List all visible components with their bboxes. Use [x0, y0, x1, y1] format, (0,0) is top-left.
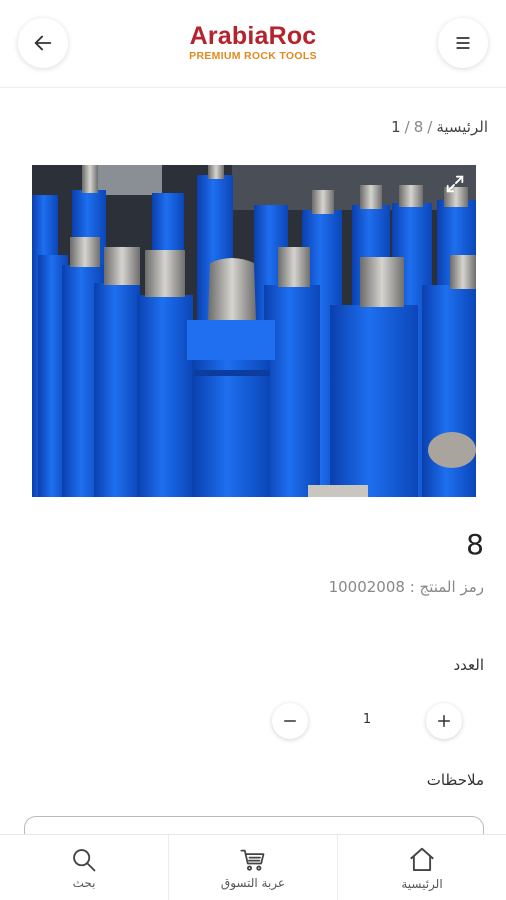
sku-value: 10002008: [328, 578, 405, 596]
logo-tagline: PREMIUM ROCK TOOLS: [189, 50, 317, 62]
breadcrumb-category[interactable]: 1: [391, 118, 401, 136]
quantity-value[interactable]: 1: [355, 712, 379, 727]
arrow-left-icon: [34, 35, 52, 51]
product-photo: [32, 165, 476, 497]
nav-cart-label: عربة التسوق: [220, 875, 286, 890]
breadcrumb-separator: /: [427, 118, 433, 136]
search-icon: [73, 848, 96, 871]
breadcrumb-current: 8: [413, 118, 424, 136]
breadcrumb-home[interactable]: الرئيسية: [436, 118, 488, 136]
product-sku: رمز المنتج : 10002008: [329, 578, 484, 596]
bottom-navigation: بحث عربة التسوق الرئيسية: [0, 834, 506, 900]
nav-search-label: بحث: [72, 875, 96, 890]
plus-icon: [438, 715, 450, 727]
cart-icon: [240, 849, 265, 871]
minus-icon: [284, 720, 296, 722]
sku-label: رمز المنتج :: [409, 578, 484, 596]
back-button[interactable]: [18, 18, 68, 68]
logo-title: ArabiaRoc: [189, 22, 317, 50]
nav-cart[interactable]: عربة التسوق: [169, 835, 338, 900]
nav-home[interactable]: الرئيسية: [338, 835, 506, 900]
notes-label: ملاحظات: [426, 771, 484, 789]
breadcrumb-separator: /: [404, 118, 410, 136]
home-icon: [410, 847, 434, 871]
brand-logo[interactable]: ArabiaRoc PREMIUM ROCK TOOLS: [189, 22, 317, 62]
quantity-label: العدد: [453, 656, 484, 674]
product-image[interactable]: [32, 165, 476, 497]
app-header: ArabiaRoc PREMIUM ROCK TOOLS: [0, 0, 506, 88]
breadcrumb: الرئيسية/1/8: [391, 118, 488, 136]
nav-home-label: الرئيسية: [401, 876, 443, 891]
menu-button[interactable]: [438, 18, 488, 68]
increase-quantity-button[interactable]: [426, 703, 462, 739]
decrease-quantity-button[interactable]: [272, 703, 308, 739]
product-title: 8: [466, 528, 484, 561]
nav-search[interactable]: بحث: [0, 835, 169, 900]
expand-icon[interactable]: [444, 173, 466, 195]
hamburger-menu-icon: [456, 37, 470, 49]
